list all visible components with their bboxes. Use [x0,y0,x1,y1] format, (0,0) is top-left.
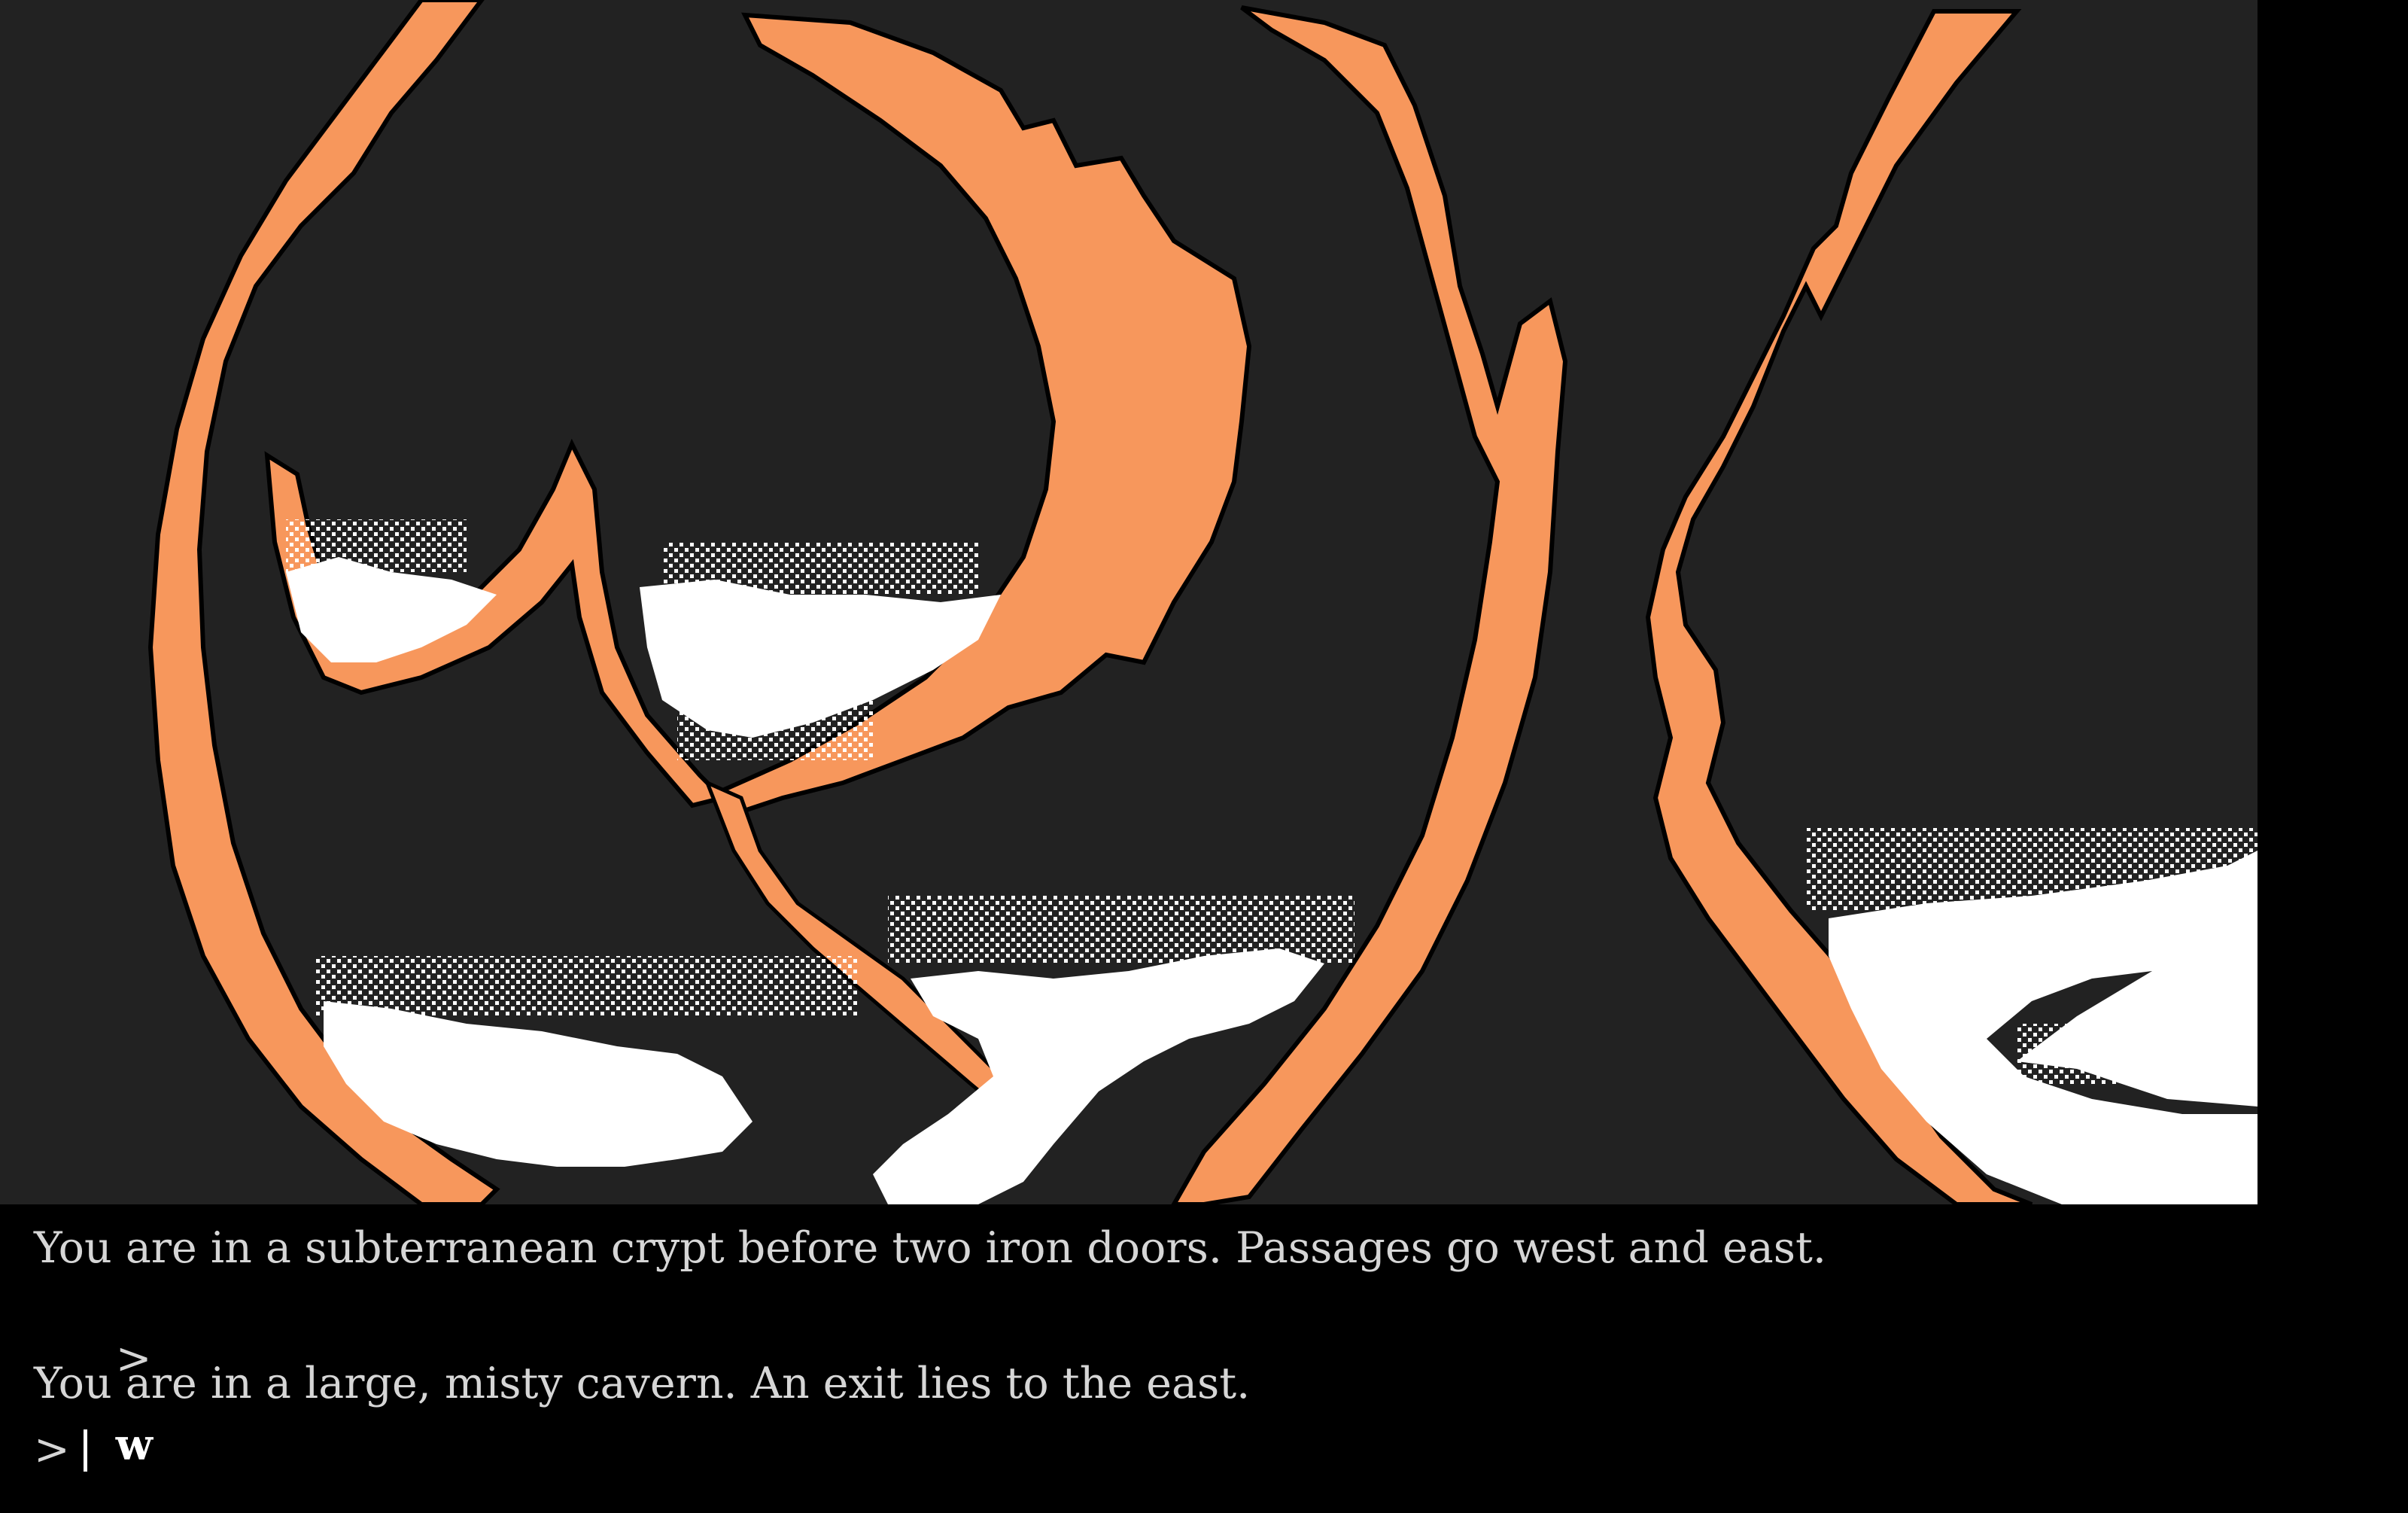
scene-illustration [0,0,2258,1204]
command-text: w [115,1420,153,1470]
room-description-line: You are in a subterranean crypt before t… [34,1223,1826,1273]
text-cursor [83,1429,87,1472]
mist-dither-3 [677,693,873,760]
mist-dither-5 [888,896,1354,964]
mist-dither-7 [2017,1024,2258,1084]
room-description-line: You are in a large, misty cavern. An exi… [34,1359,1251,1408]
text-transcript: You are in a subterranean crypt before t… [34,1204,2367,1505]
mist-dither-6 [1806,828,2258,911]
mist-dither-2 [662,542,978,595]
input-prompt: > [34,1425,70,1475]
mist-dither-4 [316,956,858,1016]
command-input-line[interactable]: > [34,1429,87,1472]
game-window: You are in a subterranean crypt before t… [0,0,2408,1505]
mist-dither-1 [286,519,467,572]
